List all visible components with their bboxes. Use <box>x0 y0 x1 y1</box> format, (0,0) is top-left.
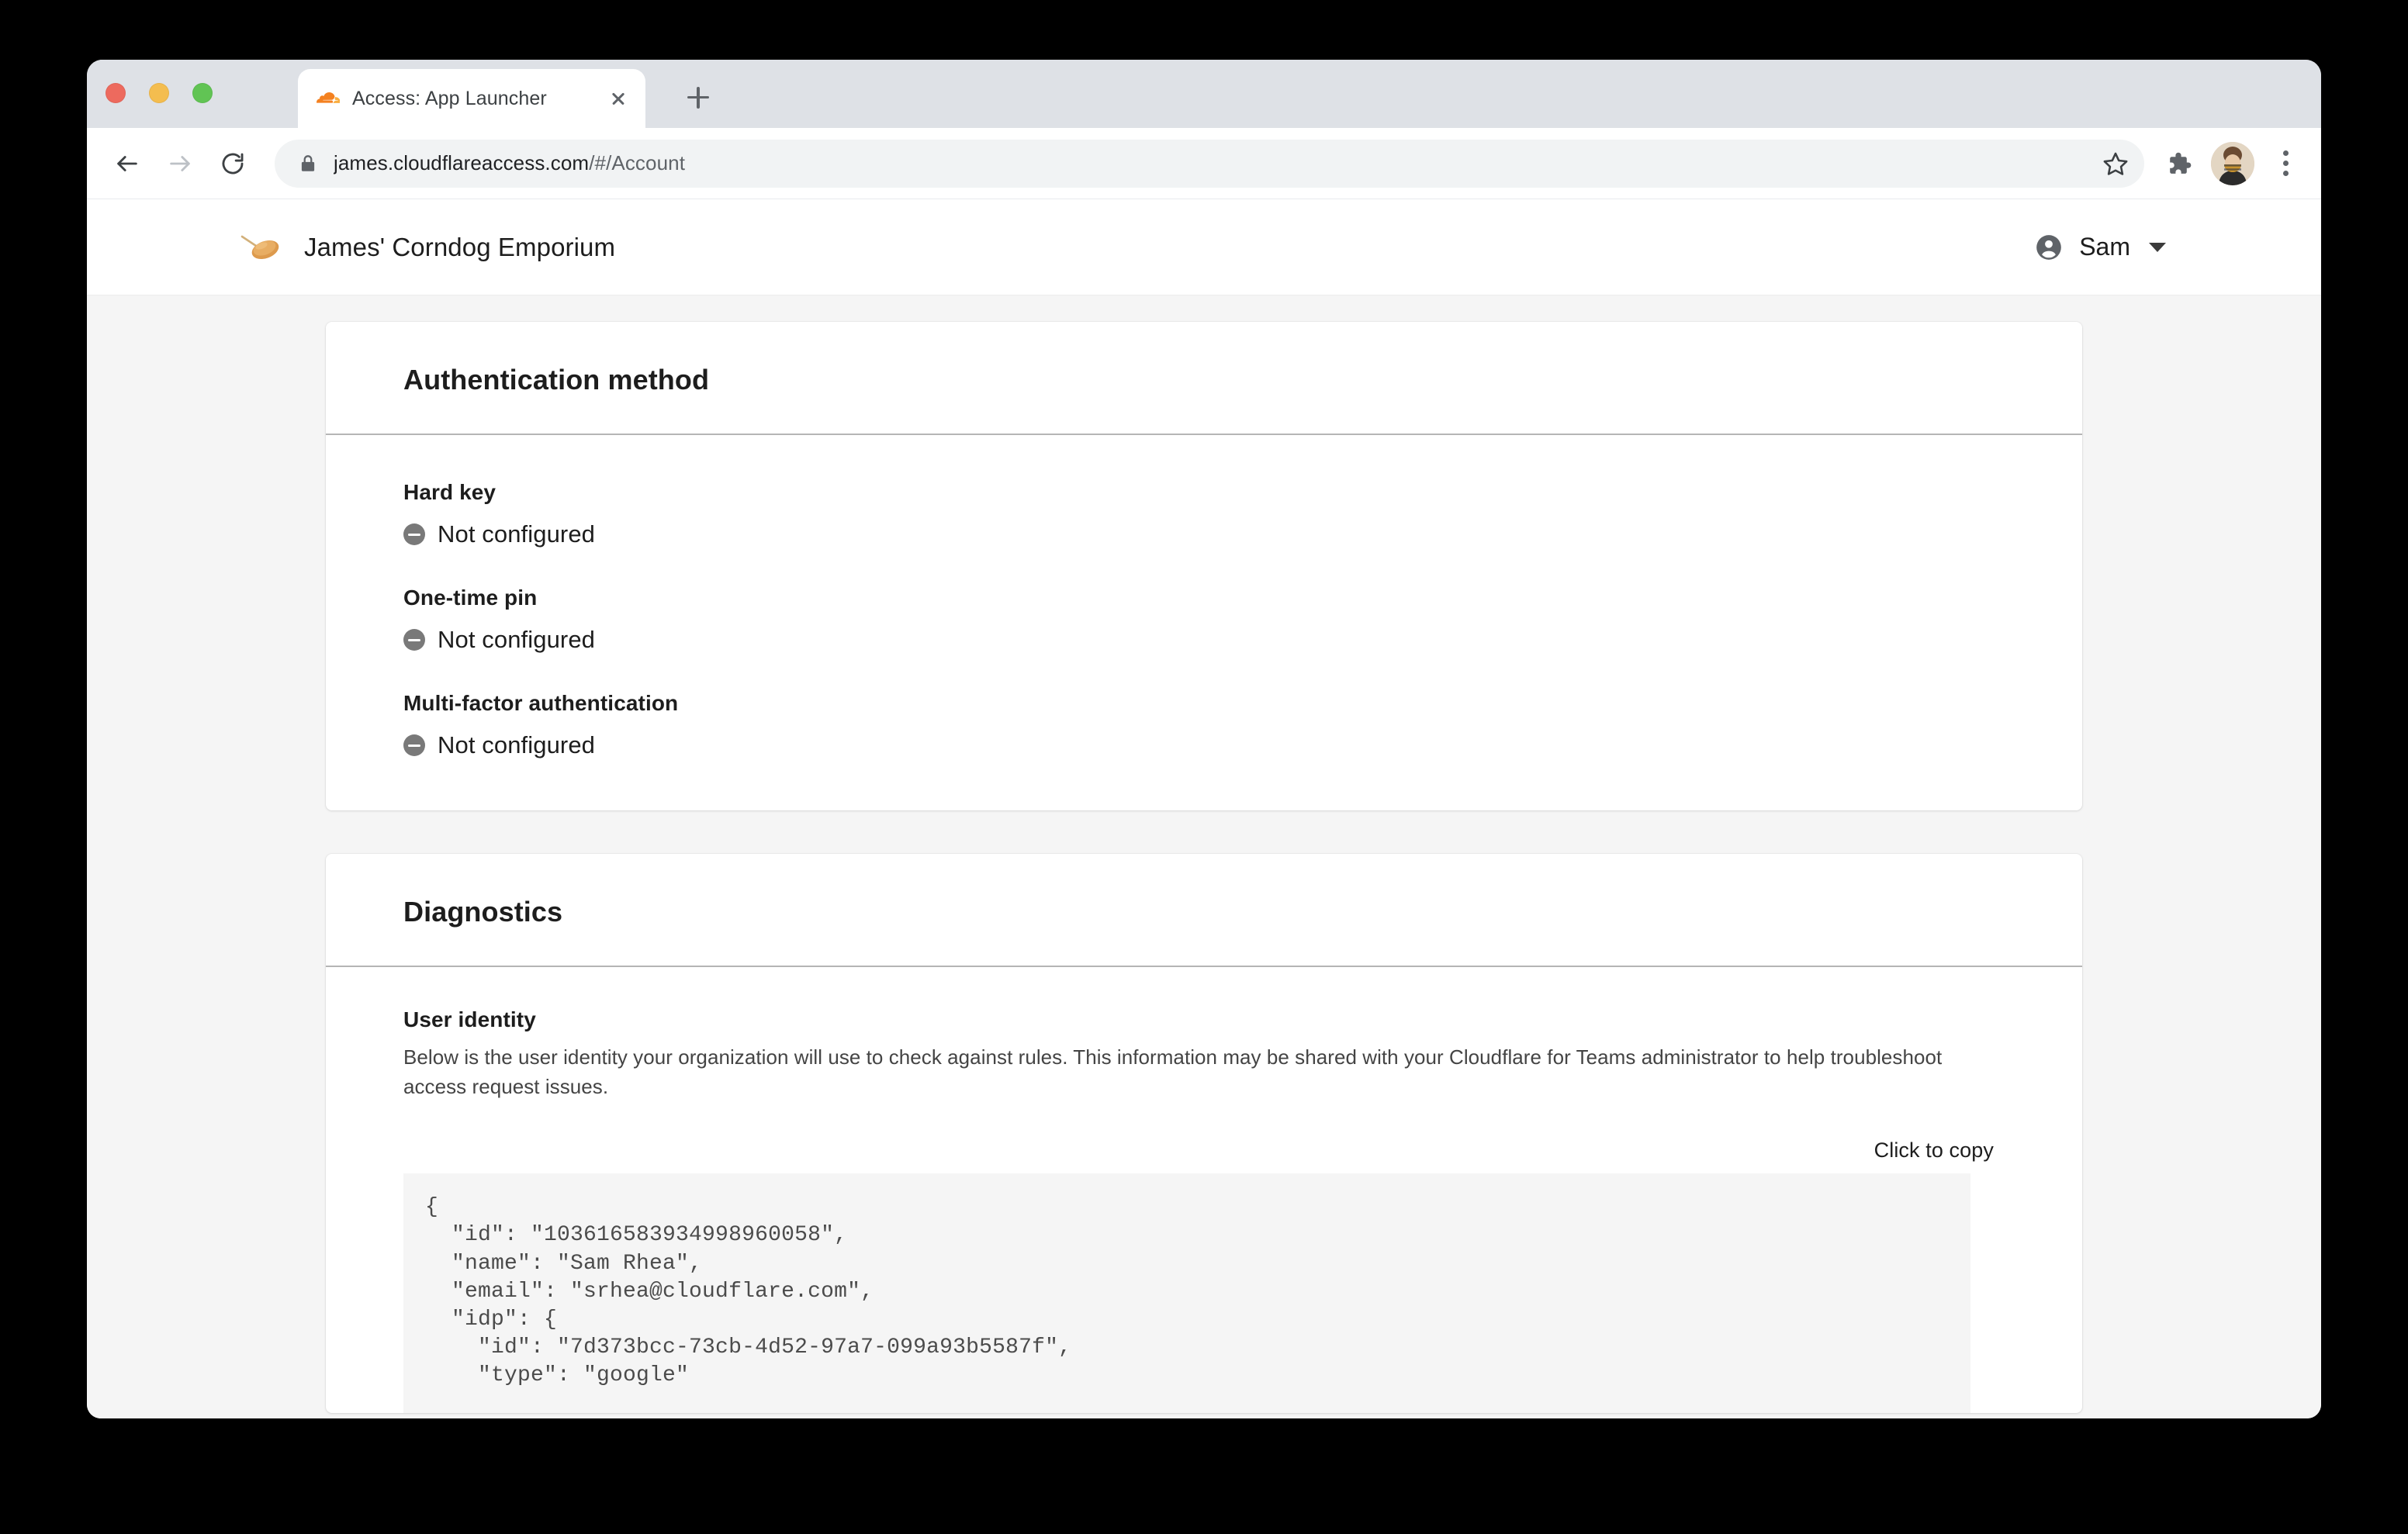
status-badge: Not configured <box>403 520 2005 548</box>
menu-dot <box>2283 150 2289 156</box>
menu-dot <box>2283 161 2289 166</box>
copy-row: Click to copy <box>403 1138 2005 1163</box>
url-path: /#/Account <box>589 151 685 174</box>
minus-circle-icon <box>403 734 425 756</box>
address-bar[interactable]: james.cloudflareaccess.com/#/Account <box>275 140 2144 188</box>
three-dot-menu-icon[interactable] <box>2268 142 2302 185</box>
user-identity-subtitle: User identity <box>403 1007 2005 1032</box>
minus-circle-icon <box>403 629 425 651</box>
browser-tab-strip: Access: App Launcher <box>87 60 2321 128</box>
account-circle-icon <box>2034 233 2064 262</box>
auth-method-status: Not configured <box>438 520 595 548</box>
page-content: Authentication method Hard key Not confi… <box>87 295 2321 1413</box>
back-arrow-icon[interactable] <box>106 142 149 185</box>
diagnostics-title: Diagnostics <box>403 896 2005 928</box>
puzzle-piece-icon[interactable] <box>2158 143 2199 184</box>
profile-avatar-icon[interactable] <box>2211 142 2254 185</box>
user-identity-description: Below is the user identity your organiza… <box>403 1043 2005 1101</box>
auth-method-one-time-pin: One-time pin Not configured <box>403 586 2005 654</box>
user-menu-button[interactable]: Sam <box>2034 233 2166 262</box>
lock-icon <box>298 154 318 174</box>
authentication-method-card: Authentication method Hard key Not confi… <box>326 322 2082 810</box>
card-body: Hard key Not configured One-time pin Not… <box>326 435 2082 810</box>
minus-circle-icon <box>403 523 425 545</box>
card-header: Authentication method <box>326 322 2082 435</box>
new-tab-button[interactable] <box>680 80 716 116</box>
star-icon[interactable] <box>2098 146 2133 181</box>
page-viewport: James' Corndog Emporium Sam Authenticati… <box>87 199 2321 1418</box>
auth-method-status: Not configured <box>438 626 595 654</box>
user-menu-name: Sam <box>2079 233 2130 261</box>
brand-name: James' Corndog Emporium <box>304 233 615 262</box>
auth-method-multi-factor: Multi-factor authentication Not configur… <box>403 691 2005 759</box>
window-traffic-lights <box>106 83 213 103</box>
browser-tab-title: Access: App Launcher <box>352 88 597 110</box>
brand[interactable]: James' Corndog Emporium <box>239 230 615 265</box>
reload-icon[interactable] <box>211 142 254 185</box>
auth-method-status: Not configured <box>438 731 595 759</box>
browser-toolbar: james.cloudflareaccess.com/#/Account <box>87 128 2321 199</box>
close-tab-icon[interactable] <box>605 85 631 112</box>
status-badge: Not configured <box>403 731 2005 759</box>
chevron-down-icon <box>2149 243 2166 252</box>
cloudflare-icon <box>317 87 340 110</box>
menu-dot <box>2283 171 2289 176</box>
status-badge: Not configured <box>403 626 2005 654</box>
auth-method-label: Hard key <box>403 480 2005 505</box>
click-to-copy-button[interactable]: Click to copy <box>1874 1138 1994 1163</box>
diagnostics-card: Diagnostics User identity Below is the u… <box>326 854 2082 1413</box>
browser-window: Access: App Launcher <box>87 60 2321 1418</box>
close-window-button[interactable] <box>106 83 126 103</box>
corndog-icon <box>239 230 282 265</box>
browser-tab[interactable]: Access: App Launcher <box>298 69 645 128</box>
user-identity-json[interactable]: { "id": "103616583934998960058", "name":… <box>403 1173 1970 1413</box>
maximize-window-button[interactable] <box>192 83 213 103</box>
card-body: User identity Below is the user identity… <box>326 967 2082 1413</box>
app-header: James' Corndog Emporium Sam <box>87 199 2321 295</box>
minimize-window-button[interactable] <box>149 83 169 103</box>
forward-arrow-icon[interactable] <box>158 142 202 185</box>
page-title: Authentication method <box>403 364 2005 396</box>
auth-method-hard-key: Hard key Not configured <box>403 480 2005 548</box>
address-bar-url: james.cloudflareaccess.com/#/Account <box>334 151 2098 175</box>
card-header: Diagnostics <box>326 854 2082 967</box>
auth-method-label: Multi-factor authentication <box>403 691 2005 716</box>
auth-method-label: One-time pin <box>403 586 2005 610</box>
url-host: james.cloudflareaccess.com <box>334 151 589 174</box>
